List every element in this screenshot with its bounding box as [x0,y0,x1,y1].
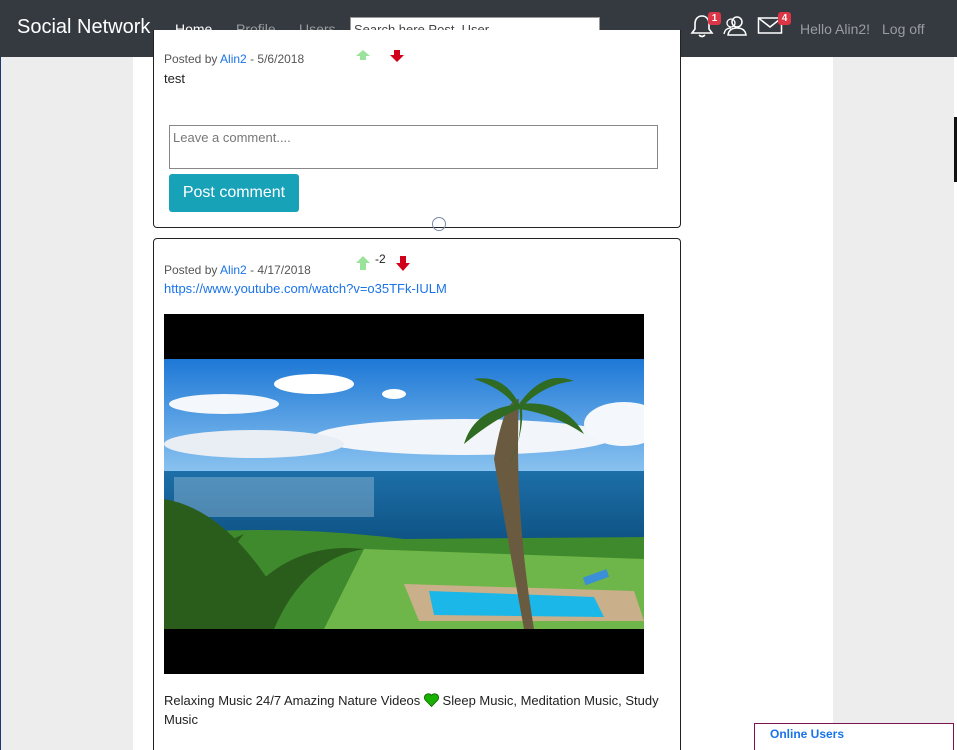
greeting-link[interactable]: Hello Alin2! [800,21,870,37]
post-text: test [164,71,185,86]
author-link[interactable]: Alin2 [220,52,247,66]
users-icon [723,16,747,36]
upvote-arrow-icon[interactable] [356,256,370,270]
posted-by-label: Posted by [164,263,218,277]
post-date: 5/6/2018 [257,52,305,66]
post-date: 4/17/2018 [257,263,311,277]
post-comment-button[interactable]: Post comment [169,174,299,212]
messages-badge: 4 [778,12,791,25]
friends-button[interactable] [723,13,749,39]
downvote-arrow-icon[interactable] [396,256,410,271]
page-left-edge [0,57,1,750]
video-caption: Relaxing Music 24/7 Amazing Nature Video… [164,691,669,729]
date-separator: - [250,52,255,66]
caption-text-1: Relaxing Music 24/7 Amazing Nature Video… [164,693,421,708]
downvote-arrow-icon[interactable] [390,50,404,62]
post-card: Posted by Alin2 - 4/17/2018 -2 https://w… [153,238,681,750]
online-users-panel[interactable]: Online Users [754,723,954,750]
post-card: Posted by Alin2 - 5/6/2018 test Post com… [153,30,681,228]
author-link[interactable]: Alin2 [220,263,247,277]
date-separator: - [250,263,255,277]
upvote-arrow-icon[interactable] [356,50,370,60]
notifications-badge: 1 [708,12,721,25]
post-meta: Posted by Alin2 - 4/17/2018 [164,263,311,277]
embedded-video[interactable] [164,314,644,674]
messages-button[interactable]: 4 [757,12,791,39]
post-meta: Posted by Alin2 - 5/6/2018 [164,52,304,66]
green-heart-icon [423,693,439,707]
notifications-button[interactable]: 1 [690,12,721,39]
brand-logo[interactable]: Social Network [17,16,150,39]
youtube-link[interactable]: https://www.youtube.com/watch?v=o35TFk-I… [164,281,447,296]
video-thumbnail [164,359,644,629]
posted-by-label: Posted by [164,52,218,66]
vote-score: -2 [375,252,386,266]
mouse-cursor [432,217,446,231]
online-users-label: Online Users [770,727,845,741]
comment-textarea[interactable] [169,125,658,169]
logoff-link[interactable]: Log off [882,21,925,37]
